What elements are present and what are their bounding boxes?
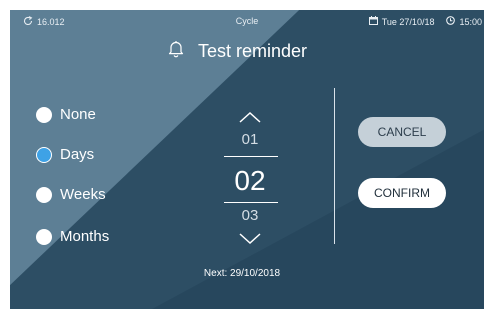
radio-option-none[interactable]: None: [36, 106, 96, 123]
calendar-icon: [368, 16, 378, 27]
clock-icon: [446, 16, 456, 27]
status-date: Tue 27/10/18: [381, 16, 435, 27]
status-bar: 16.012 Cycle Tue 27/10/18 15:00: [10, 10, 484, 32]
radio-option-days[interactable]: Days: [36, 146, 94, 163]
picker-next-value[interactable]: 03: [222, 207, 278, 224]
radio-button-selected[interactable]: [36, 146, 52, 163]
radio-button[interactable]: [36, 186, 52, 203]
chevron-down-icon[interactable]: [238, 232, 262, 251]
confirm-button[interactable]: CONFIRM: [358, 178, 446, 208]
vertical-divider: [334, 88, 335, 244]
radio-button[interactable]: [36, 228, 52, 245]
picker-current-value[interactable]: 02: [222, 165, 278, 197]
page-title: Test reminder: [168, 40, 307, 63]
radio-label: Days: [60, 146, 95, 163]
number-picker[interactable]: 01 02 03: [222, 98, 278, 248]
picker-divider-bottom: [224, 202, 278, 203]
radio-option-weeks[interactable]: Weeks: [36, 186, 106, 203]
radio-label: Months: [60, 228, 110, 245]
radio-button[interactable]: [36, 106, 52, 123]
radio-option-months[interactable]: Months: [36, 228, 109, 245]
bell-icon: [168, 40, 184, 63]
status-right: Tue 27/10/18 15:00: [368, 16, 482, 27]
title-text: Test reminder: [198, 41, 308, 61]
radio-label: Weeks: [60, 186, 106, 203]
next-date-label: Next: 29/10/2018: [203, 268, 281, 279]
radio-label: None: [60, 106, 96, 123]
cancel-button[interactable]: CANCEL: [358, 117, 446, 147]
status-time: 15:00: [459, 16, 482, 27]
chevron-up-icon[interactable]: [238, 110, 262, 129]
picker-divider-top: [224, 156, 278, 157]
picker-previous-value[interactable]: 01: [222, 131, 278, 148]
